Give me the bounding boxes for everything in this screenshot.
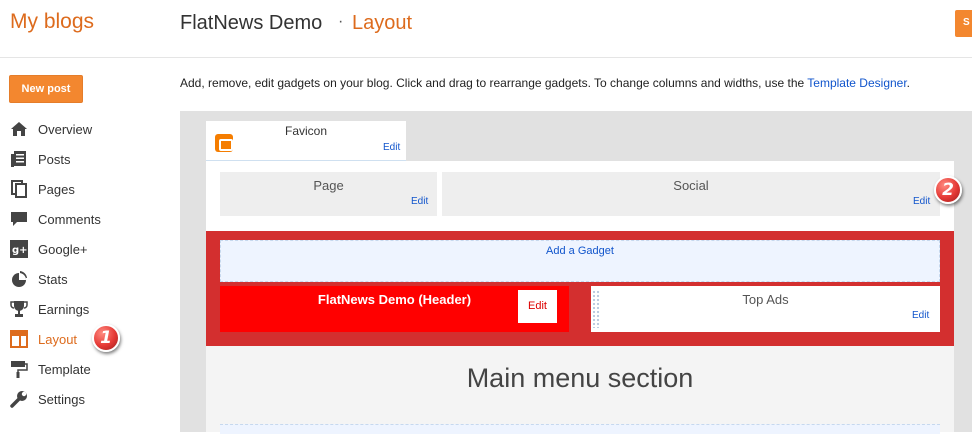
home-icon: [11, 122, 27, 136]
sidebar-item-label: Settings: [38, 391, 85, 407]
social-gadget[interactable]: Social Edit: [442, 172, 940, 216]
sidebar-item-label: Posts: [38, 151, 71, 167]
top-ads-edit-link[interactable]: Edit: [912, 310, 929, 321]
posts-icon: [11, 151, 26, 167]
intro-text-body: Add, remove, edit gadgets on your blog. …: [180, 76, 808, 90]
page-title: Layout: [352, 12, 413, 34]
blog-title: FlatNews Demo: [180, 12, 323, 34]
step-badge-1: 1: [92, 324, 120, 352]
new-post-button[interactable]: New post: [9, 75, 83, 103]
paint-roller-icon: [11, 361, 28, 378]
google-plus-icon: g+: [10, 240, 28, 258]
sidebar-item-settings[interactable]: Settings: [10, 389, 85, 409]
template-designer-link[interactable]: Template Designer: [807, 76, 906, 90]
sidebar-item-label: Layout: [38, 331, 78, 347]
svg-text:g+: g+: [12, 245, 28, 256]
sidebar-item-posts[interactable]: Posts: [10, 149, 71, 169]
pages-icon: [11, 180, 27, 198]
page-gadget-title: Page: [313, 178, 344, 193]
sidebar-item-earnings[interactable]: Earnings: [10, 299, 89, 319]
stats-pie-icon: [12, 271, 27, 287]
social-gadget-title: Social: [673, 178, 709, 193]
my-blogs-link[interactable]: My blogs: [10, 10, 94, 34]
intro-text: Add, remove, edit gadgets on your blog. …: [180, 76, 910, 90]
sidebar-item-overview[interactable]: Overview: [10, 119, 92, 139]
wrench-icon: [10, 391, 27, 408]
sidebar-item-comments[interactable]: Comments: [10, 209, 101, 229]
sidebar-item-label: Stats: [38, 271, 68, 287]
title-separator: ·: [338, 13, 344, 30]
intro-text-tail: .: [906, 76, 911, 90]
top-ads-gadget[interactable]: Top Ads Edit: [591, 286, 940, 332]
social-edit-link[interactable]: Edit: [913, 196, 930, 207]
sidebar-item-label: Earnings: [38, 301, 90, 317]
trophy-icon: [10, 301, 28, 317]
sidebar-item-label: Comments: [38, 211, 101, 227]
layout-icon: [10, 330, 28, 348]
main-add-gadget-link[interactable]: [220, 424, 940, 434]
favicon-edit-link[interactable]: Edit: [383, 142, 400, 153]
sidebar-item-pages[interactable]: Pages: [10, 179, 75, 199]
header-edit-button[interactable]: Edit: [518, 290, 557, 323]
sidebar-item-label: Google+: [38, 241, 88, 257]
sidebar-item-google-plus[interactable]: g+ Google+: [10, 239, 88, 259]
page-gadget[interactable]: Page Edit: [220, 172, 437, 216]
save-arrangement-button[interactable]: S: [955, 10, 972, 37]
sidebar-item-layout[interactable]: Layout: [10, 329, 77, 349]
add-gadget-link[interactable]: Add a Gadget: [220, 240, 940, 282]
top-bar: [0, 0, 972, 58]
step-badge-2: 2: [934, 176, 962, 204]
sidebar-item-label: Pages: [38, 181, 75, 197]
sidebar-item-template[interactable]: Template: [10, 359, 91, 379]
favicon-title: Favicon: [284, 124, 328, 138]
sidebar-item-stats[interactable]: Stats: [10, 269, 68, 289]
sidebar-item-label: Overview: [38, 121, 93, 137]
page-edit-link[interactable]: Edit: [411, 196, 428, 207]
sidebar-item-label: Template: [38, 361, 91, 377]
main-menu-heading: Main menu section: [466, 363, 694, 393]
drag-handle[interactable]: [592, 290, 600, 328]
header-gadget-title: FlatNews Demo (Header): [317, 292, 472, 307]
top-ads-title: Top Ads: [742, 292, 789, 307]
comments-icon: [11, 212, 27, 226]
